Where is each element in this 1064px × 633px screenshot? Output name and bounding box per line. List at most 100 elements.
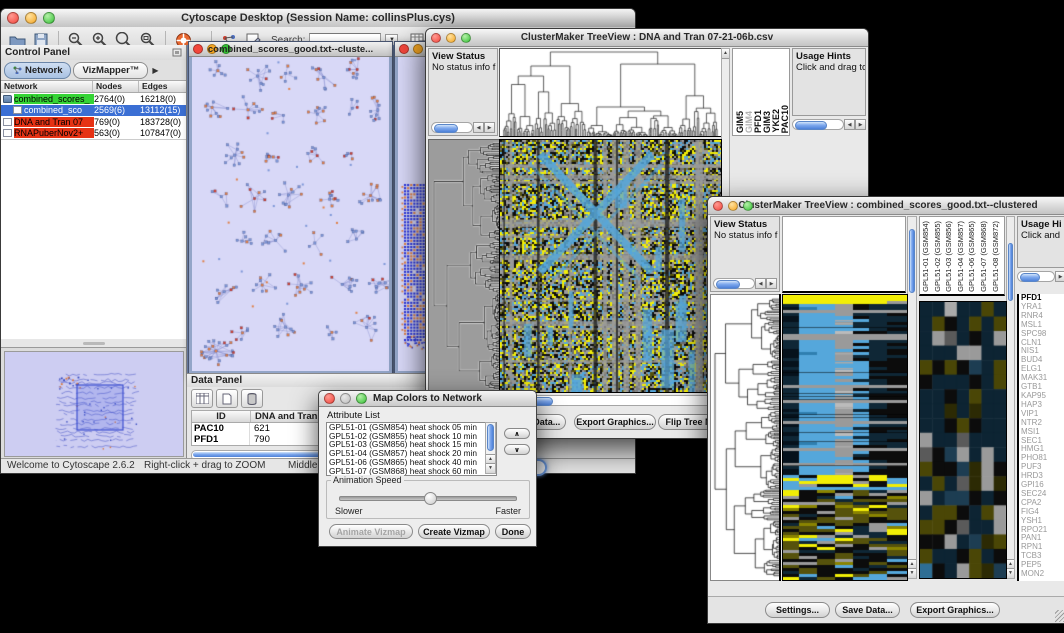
tv2-heatmap-global[interactable]: [782, 294, 908, 581]
frame2-minimize-button[interactable]: [413, 44, 423, 54]
create-vizmap-button[interactable]: Create Vizmap: [418, 524, 490, 539]
tv1-export-graphics-button[interactable]: Export Graphics...: [574, 414, 656, 430]
tv2-minimize-button[interactable]: [728, 201, 738, 211]
minimize-button[interactable]: [25, 12, 37, 24]
attribute-id-cell: PFD1: [192, 434, 250, 445]
frame2-close-button[interactable]: [399, 44, 409, 54]
delete-attribute-icon[interactable]: [241, 389, 263, 408]
tab-vizmapper[interactable]: VizMapper™: [73, 62, 148, 79]
slider-thumb[interactable]: [424, 492, 437, 505]
new-attribute-icon[interactable]: [216, 389, 238, 408]
tv2-zoom-scrollbar[interactable]: ▲ ▼: [1006, 216, 1015, 579]
tv2-usage-text: Click and: [1018, 230, 1064, 241]
tab-network-label: Network: [25, 65, 62, 76]
dialog-titlebar[interactable]: Map Colors to Network: [319, 391, 536, 407]
tab-network[interactable]: Network: [4, 62, 71, 79]
tv1-close-button[interactable]: [431, 33, 441, 43]
col-network: Network: [1, 81, 93, 92]
tv1-usage-title: Usage Hints: [796, 51, 851, 62]
scroll-right-icon[interactable]: ▶: [484, 122, 495, 133]
tv2-column-label[interactable]: GPL51-07 (GSM868): [980, 221, 988, 292]
tv1-minimize-button[interactable]: [446, 33, 456, 43]
network-list-row[interactable]: combined_sco2569(6)13112(15): [1, 105, 186, 117]
network-frame-titlebar[interactable]: combined_scores_good.txt--cluste...: [189, 42, 392, 57]
scroll-left-icon[interactable]: ◀: [473, 122, 484, 133]
tv2-save-data-button[interactable]: Save Data...: [835, 602, 900, 618]
attribute-list-item[interactable]: GPL51-07 (GSM868) heat shock 60 min: [327, 467, 496, 476]
tv2-column-label[interactable]: GPL51-04 (GSM857): [957, 221, 965, 292]
move-up-button[interactable]: ∧: [504, 428, 530, 439]
network-list-row[interactable]: RNAPuberNov2+563(0)107847(0): [1, 128, 186, 140]
tv1-view-status-panel: View Status No status info f ◀ ▶: [428, 48, 498, 136]
tv1-row-dendrogram[interactable]: [428, 139, 500, 393]
attribute-id-cell: PAC10: [192, 423, 250, 434]
map-colors-dialog: Map Colors to Network Attribute List GPL…: [318, 390, 537, 547]
tv2-settings-button[interactable]: Settings...: [765, 602, 830, 618]
scroll-down-icon[interactable]: ▼: [486, 463, 495, 473]
tv1-heatmap-global[interactable]: [499, 139, 722, 393]
tv2-usage-scrollbar[interactable]: ▶: [1017, 271, 1064, 282]
tv1-view-status-title: View Status: [432, 51, 485, 62]
tv2-column-label[interactable]: GPL51-08 (GSM872): [992, 221, 1000, 292]
tv2-column-dendrogram-area[interactable]: [782, 216, 906, 293]
tv2-divider: [779, 294, 781, 581]
tv2-gene-list: PFD1YRA1RNR4MSL1SPC98CLN1NIS1BUD4ELG1MAK…: [1017, 294, 1064, 581]
scroll-up-icon[interactable]: ▲: [722, 49, 729, 59]
cytoscape-titlebar[interactable]: Cytoscape Desktop (Session Name: collins…: [1, 9, 635, 28]
network-nodes-cell: 563(0): [94, 128, 140, 138]
tv1-usage-scrollbar[interactable]: ◀ ▶: [792, 119, 866, 130]
attribute-list-scrollbar[interactable]: ▲ ▼: [485, 422, 496, 474]
tv2-gene-item[interactable]: MON2: [1021, 570, 1064, 579]
network-nodes-cell: 769(0): [94, 117, 140, 127]
float-panel-icon[interactable]: [172, 48, 182, 57]
tv1-column-label[interactable]: PAC10: [781, 105, 790, 133]
scroll-left-icon[interactable]: ◀: [844, 119, 855, 130]
network-edges-cell: 183728(0): [140, 117, 186, 127]
treeview1-titlebar[interactable]: ClusterMaker TreeView : DNA and Tran 07-…: [426, 29, 868, 47]
tab-overflow-arrow[interactable]: ▶: [152, 66, 158, 75]
close-button[interactable]: [7, 12, 19, 24]
birdseye-view-canvas[interactable]: [4, 351, 184, 457]
network-nodes-cell: 2764(0): [94, 94, 140, 104]
scroll-right-icon[interactable]: ▶: [766, 278, 777, 289]
tv2-heatmap-scrollbar[interactable]: ▲ ▼: [907, 216, 917, 579]
doc-icon: [13, 106, 22, 114]
network-view-canvas[interactable]: [192, 57, 389, 368]
scroll-right-icon[interactable]: ▶: [1055, 271, 1064, 282]
network-list-row[interactable]: DNA and Tran 07769(0)183728(0): [1, 116, 186, 128]
tv2-heatmap-zoom[interactable]: [919, 301, 1007, 579]
scroll-down-icon[interactable]: ▼: [908, 568, 916, 578]
tv2-column-label[interactable]: GPL51-06 (GSM865): [968, 221, 976, 292]
tv2-column-label[interactable]: GPL51-01 (GSM854): [922, 221, 930, 292]
doc-icon: [3, 129, 12, 137]
move-down-button[interactable]: ∨: [504, 444, 530, 455]
network-list-row[interactable]: combined_scores_2764(0)16218(0): [1, 93, 186, 105]
attribute-select-icon[interactable]: [191, 389, 213, 408]
tv2-column-label[interactable]: GPL51-03 (GSM856): [945, 221, 953, 292]
tv2-status-scrollbar[interactable]: ◀ ▶: [713, 278, 777, 289]
tv2-close-button[interactable]: [713, 201, 723, 211]
scroll-left-icon[interactable]: ◀: [755, 278, 766, 289]
animate-vizmap-button[interactable]: Animate Vizmap: [329, 524, 413, 539]
tv2-zoom-button[interactable]: [743, 201, 753, 211]
tv1-zoom-button[interactable]: [461, 33, 471, 43]
tv2-export-graphics-button[interactable]: Export Graphics...: [910, 602, 1000, 618]
panel-resize-handle[interactable]: [1, 339, 186, 347]
scroll-down-icon[interactable]: ▼: [1007, 568, 1014, 578]
animation-speed-slider[interactable]: [339, 496, 517, 501]
network-tab-icon: [13, 66, 22, 74]
done-button[interactable]: Done: [495, 524, 531, 539]
treeview2-titlebar[interactable]: ClusterMaker TreeView : combined_scores_…: [708, 197, 1064, 215]
zoom-button[interactable]: [43, 12, 55, 24]
tv2-column-label[interactable]: GPL51-02 (GSM855): [934, 221, 942, 292]
scroll-right-icon[interactable]: ▶: [855, 119, 866, 130]
tv2-row-dendrogram[interactable]: [710, 294, 780, 581]
tv2-usage-hints-panel: Usage Hi Click and: [1017, 216, 1064, 268]
tv1-status-scrollbar[interactable]: ◀ ▶: [431, 122, 495, 133]
tv2-resize-grip[interactable]: [1055, 610, 1064, 622]
tv1-column-dendrogram[interactable]: [499, 48, 722, 137]
status-hint-pan: Middle-: [288, 460, 321, 471]
attribute-list-label: Attribute List: [327, 410, 380, 421]
network-nodes-cell: 2569(6): [94, 105, 140, 115]
id-column-header[interactable]: ID: [192, 411, 251, 422]
